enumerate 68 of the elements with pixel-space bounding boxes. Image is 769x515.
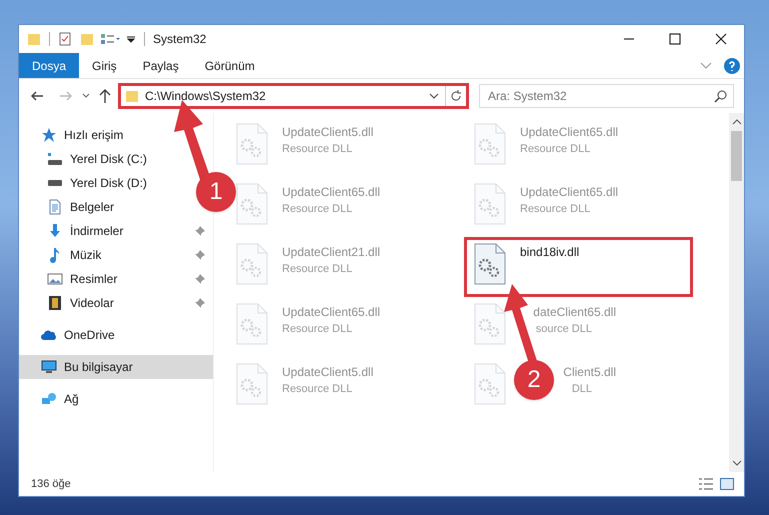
drive-icon: [47, 180, 63, 186]
dll-file-icon: [236, 183, 268, 225]
file-type: source DLL: [536, 322, 592, 337]
folder-icon: [125, 89, 139, 103]
nav-item[interactable]: Videolar: [19, 291, 213, 315]
file-type: Resource DLL: [282, 322, 352, 337]
dll-file-icon: [474, 363, 506, 405]
pin-icon[interactable]: [195, 298, 205, 308]
recent-locations-icon[interactable]: [82, 92, 90, 100]
details-view-icon[interactable]: [698, 478, 714, 490]
dropdown-caret-icon[interactable]: [429, 92, 439, 100]
picture-icon: [47, 271, 63, 287]
pin-icon[interactable]: [195, 226, 205, 236]
search-field[interactable]: Ara: System32: [479, 84, 734, 108]
file-name[interactable]: bind18iv.dll: [520, 243, 580, 261]
document-icon: [47, 199, 63, 215]
dll-file-icon: [474, 303, 506, 345]
nav-item[interactable]: Yerel Disk (D:): [19, 171, 155, 195]
file-type: Resource DLL: [282, 262, 352, 277]
file-type: Resource DLL: [282, 142, 352, 157]
file-type: DLL: [572, 382, 592, 397]
nav-item[interactable]: İndirmeler: [19, 219, 213, 243]
help-icon[interactable]: [724, 58, 740, 74]
dll-file-icon: [236, 303, 268, 345]
drive-icon: [47, 151, 63, 167]
dll-file-icon: [236, 123, 268, 165]
customize-toolbar-icon[interactable]: [126, 34, 136, 44]
file-type: Resource DLL: [282, 382, 352, 397]
up-arrow-icon[interactable]: [98, 88, 112, 104]
item-count: 136 öğe: [31, 476, 71, 492]
dll-file-icon: [474, 183, 506, 225]
window-title: System32: [153, 31, 206, 48]
film-icon: [47, 295, 63, 311]
ribbon-tab[interactable]: Giriş: [79, 53, 130, 78]
large-icons-view-icon[interactable]: [720, 478, 734, 490]
nav-item[interactable]: Resimler: [19, 267, 213, 291]
download-icon: [47, 223, 63, 239]
star-icon: [41, 127, 57, 143]
dll-file-icon: [474, 123, 506, 165]
nav-item[interactable]: Ağ: [19, 387, 87, 411]
file-type: Resource DLL: [520, 202, 590, 217]
search-icon[interactable]: [714, 89, 728, 103]
dll-file-icon: [236, 363, 268, 405]
nav-item[interactable]: Bu bilgisayar: [19, 355, 213, 379]
monitor-icon: [41, 359, 57, 375]
nav-item[interactable]: OneDrive: [19, 323, 123, 347]
dll-file-icon: [236, 243, 268, 285]
nav-item[interactable]: Müzik: [19, 243, 213, 267]
scroll-up-icon[interactable]: [732, 117, 742, 127]
nav-item[interactable]: Belgeler: [19, 195, 122, 219]
view-options-icon[interactable]: [100, 32, 122, 46]
file-tab[interactable]: Dosya: [19, 53, 80, 78]
nav-item[interactable]: Hızlı erişim: [19, 123, 132, 147]
scroll-down-icon[interactable]: [732, 458, 742, 468]
nav-item[interactable]: Yerel Disk (C:): [19, 147, 155, 171]
properties-icon[interactable]: [58, 32, 72, 46]
scrollbar[interactable]: [729, 113, 744, 472]
dll-file-icon: [474, 243, 506, 285]
expand-ribbon-icon[interactable]: [700, 62, 712, 70]
address-bar[interactable]: C:\Windows\System32: [118, 83, 469, 109]
ribbon-tab[interactable]: Görünüm: [192, 53, 268, 78]
pin-icon[interactable]: [195, 274, 205, 284]
file-type: Resource DLL: [520, 142, 590, 157]
file-type: Resource DLL: [282, 202, 352, 217]
scrollbar-thumb[interactable]: [731, 131, 742, 181]
ribbon-tab[interactable]: Paylaş: [130, 53, 192, 78]
pin-icon[interactable]: [195, 250, 205, 260]
network-icon: [41, 391, 57, 407]
